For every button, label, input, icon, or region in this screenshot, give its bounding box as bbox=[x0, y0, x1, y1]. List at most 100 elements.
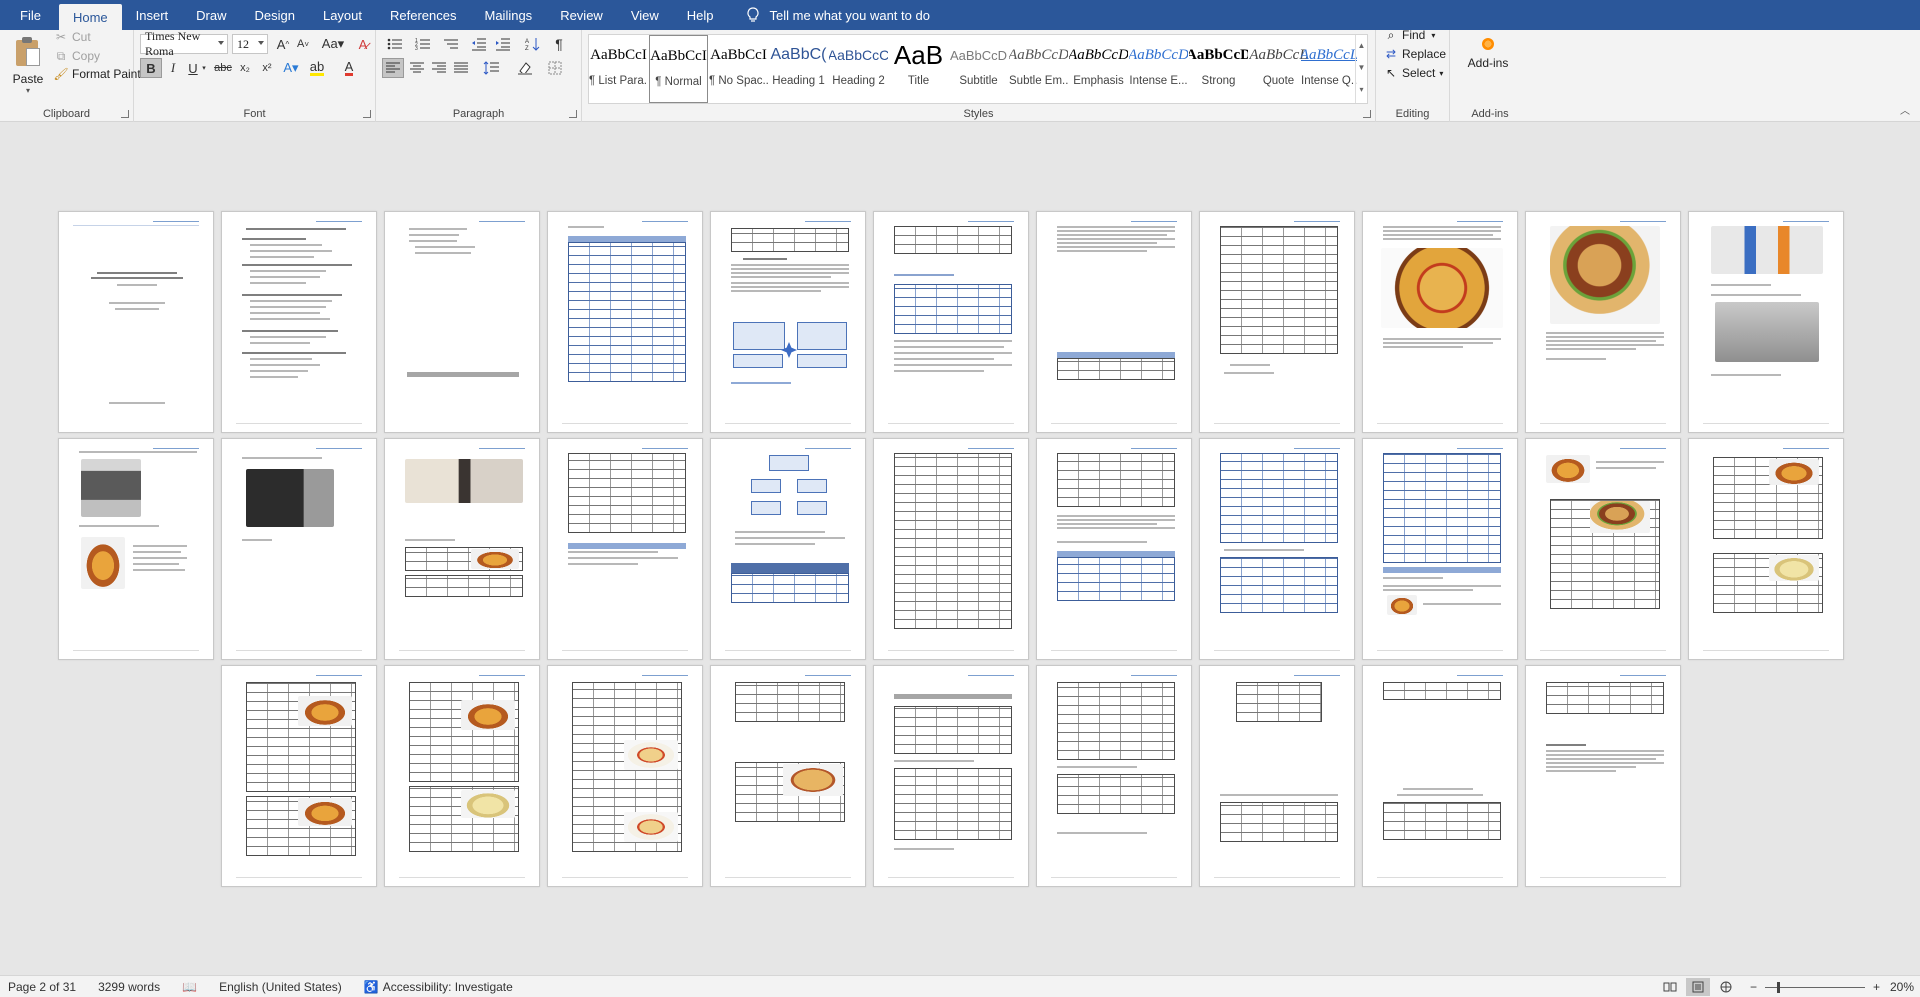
page-thumbnail[interactable] bbox=[1036, 211, 1192, 433]
zoom-level[interactable]: 20% bbox=[1890, 980, 1914, 994]
tab-references[interactable]: References bbox=[376, 0, 470, 30]
scroll-down-icon[interactable]: ▼ bbox=[1356, 57, 1367, 79]
page-thumbnail[interactable] bbox=[1525, 665, 1681, 887]
tab-home[interactable]: Home bbox=[58, 4, 122, 30]
bold-button[interactable]: B bbox=[140, 58, 162, 78]
grow-font-button[interactable]: A ^ bbox=[272, 34, 294, 54]
style-quote[interactable]: AaBbCcL Quote bbox=[1249, 35, 1308, 103]
paste-button[interactable]: Paste ▾ bbox=[6, 34, 50, 100]
page-thumbnail[interactable] bbox=[710, 665, 866, 887]
style-emphasis[interactable]: AaBbCcD Emphasis bbox=[1069, 35, 1128, 103]
language-indicator[interactable]: English (United States) bbox=[219, 980, 342, 994]
print-layout-icon[interactable] bbox=[1685, 978, 1710, 996]
scroll-up-icon[interactable]: ▲ bbox=[1356, 35, 1367, 57]
read-mode-icon[interactable] bbox=[1658, 978, 1682, 996]
page-thumbnail[interactable] bbox=[221, 665, 377, 887]
clipboard-launcher[interactable] bbox=[121, 110, 129, 118]
styles-gallery-scroll[interactable]: ▲ ▼ ▾ bbox=[1355, 35, 1367, 103]
page-thumbnail[interactable] bbox=[1688, 438, 1844, 660]
tab-file[interactable]: File bbox=[0, 0, 59, 30]
addins-button[interactable]: Add-ins bbox=[1466, 34, 1510, 70]
accessibility-status[interactable]: ♿ Accessibility: Investigate bbox=[364, 980, 513, 994]
replace-button[interactable]: ⇄ Replace bbox=[1384, 47, 1446, 61]
style-heading-2[interactable]: AaBbCcC Heading 2 bbox=[829, 35, 888, 103]
decrease-indent-icon[interactable] bbox=[468, 34, 490, 54]
sort-icon[interactable]: AZ bbox=[522, 34, 544, 54]
shading-icon[interactable] bbox=[510, 58, 540, 78]
tab-design[interactable]: Design bbox=[241, 0, 309, 30]
zoom-slider[interactable] bbox=[1764, 981, 1865, 993]
page-thumbnail[interactable] bbox=[1362, 211, 1518, 433]
page-count[interactable]: Page 2 of 31 bbox=[8, 980, 76, 994]
paragraph-launcher[interactable] bbox=[569, 110, 577, 118]
page-thumbnail[interactable] bbox=[547, 438, 703, 660]
align-left-icon[interactable] bbox=[382, 58, 404, 78]
tab-layout[interactable]: Layout bbox=[309, 0, 376, 30]
page-thumbnail[interactable] bbox=[547, 211, 703, 433]
page-thumbnail[interactable] bbox=[1199, 438, 1355, 660]
page-thumbnail[interactable] bbox=[873, 438, 1029, 660]
numbering-icon[interactable]: 123 bbox=[412, 34, 434, 54]
increase-indent-icon[interactable] bbox=[492, 34, 514, 54]
word-count[interactable]: 3299 words bbox=[98, 980, 160, 994]
page-thumbnail[interactable] bbox=[1525, 438, 1681, 660]
style-subtitle[interactable]: AaBbCcD Subtitle bbox=[949, 35, 1008, 103]
style-title[interactable]: AaB Title bbox=[889, 35, 948, 103]
page-thumbnail[interactable] bbox=[1036, 438, 1192, 660]
page-thumbnail[interactable] bbox=[547, 665, 703, 887]
page-thumbnail[interactable] bbox=[873, 211, 1029, 433]
proofing-icon[interactable]: 📖 bbox=[182, 980, 197, 994]
style-heading-1[interactable]: AaBbC( Heading 1 bbox=[769, 35, 828, 103]
collapse-ribbon-icon[interactable]: ︿ bbox=[1900, 102, 1910, 117]
highlight-icon[interactable]: ab bbox=[306, 58, 328, 78]
tab-mailings[interactable]: Mailings bbox=[471, 0, 547, 30]
font-name-combo[interactable]: Times New Roma bbox=[140, 29, 228, 58]
style-subtle-emphasis[interactable]: AaBbCcD Subtle Em... bbox=[1009, 35, 1068, 103]
find-button[interactable]: ⌕ Find ▾ bbox=[1384, 28, 1436, 43]
document-area[interactable] bbox=[0, 123, 1920, 975]
tab-help[interactable]: Help bbox=[673, 0, 728, 30]
show-formatting-icon[interactable]: ¶ bbox=[548, 34, 570, 54]
page-thumbnail[interactable] bbox=[384, 438, 540, 660]
align-center-icon[interactable] bbox=[406, 58, 428, 78]
page-thumbnail[interactable] bbox=[221, 211, 377, 433]
subscript-button[interactable]: x₂ bbox=[234, 58, 256, 78]
page-thumbnail[interactable] bbox=[710, 438, 866, 660]
page-thumbnail[interactable] bbox=[58, 438, 214, 660]
style-intense-emphasis[interactable]: AaBbCcD Intense E... bbox=[1129, 35, 1188, 103]
page-thumbnail[interactable] bbox=[1362, 438, 1518, 660]
select-button[interactable]: ↖ Select ▾ bbox=[1384, 66, 1443, 80]
style-normal[interactable]: AaBbCcI ¶ Normal bbox=[649, 35, 708, 103]
line-spacing-icon[interactable] bbox=[476, 58, 506, 78]
underline-dropdown[interactable]: ▾ bbox=[198, 58, 210, 78]
multilevel-list-icon[interactable] bbox=[440, 34, 462, 54]
change-case-button[interactable]: Aa▾ bbox=[318, 34, 348, 54]
strikethrough-button[interactable]: abc bbox=[212, 58, 234, 78]
page-thumbnail[interactable] bbox=[221, 438, 377, 660]
style-no-spacing[interactable]: AaBbCcI ¶ No Spac... bbox=[709, 35, 768, 103]
font-launcher[interactable] bbox=[363, 110, 371, 118]
font-color-icon[interactable]: A bbox=[338, 58, 360, 78]
page-thumbnail[interactable] bbox=[1036, 665, 1192, 887]
page-thumbnail[interactable] bbox=[384, 211, 540, 433]
page-thumbnail[interactable] bbox=[1525, 211, 1681, 433]
font-size-combo[interactable]: 12 bbox=[232, 34, 268, 54]
page-thumbnail[interactable] bbox=[58, 211, 214, 433]
zoom-slider-thumb[interactable] bbox=[1776, 981, 1780, 993]
style-strong[interactable]: AaBbCcD Strong bbox=[1189, 35, 1248, 103]
tell-me-box[interactable]: Tell me what you want to do bbox=[746, 0, 930, 30]
justify-icon[interactable] bbox=[450, 58, 472, 78]
text-effects-icon[interactable]: A▾ bbox=[280, 58, 302, 78]
borders-icon[interactable] bbox=[542, 58, 570, 78]
page-thumbnail[interactable] bbox=[1199, 665, 1355, 887]
tab-review[interactable]: Review bbox=[546, 0, 617, 30]
styles-launcher[interactable] bbox=[1363, 110, 1371, 118]
bullets-icon[interactable] bbox=[384, 34, 406, 54]
align-right-icon[interactable] bbox=[428, 58, 450, 78]
page-thumbnail[interactable] bbox=[710, 211, 866, 433]
italic-button[interactable]: I bbox=[162, 58, 184, 78]
tab-draw[interactable]: Draw bbox=[182, 0, 240, 30]
page-thumbnail[interactable] bbox=[384, 665, 540, 887]
page-thumbnail[interactable] bbox=[873, 665, 1029, 887]
tab-insert[interactable]: Insert bbox=[122, 0, 183, 30]
